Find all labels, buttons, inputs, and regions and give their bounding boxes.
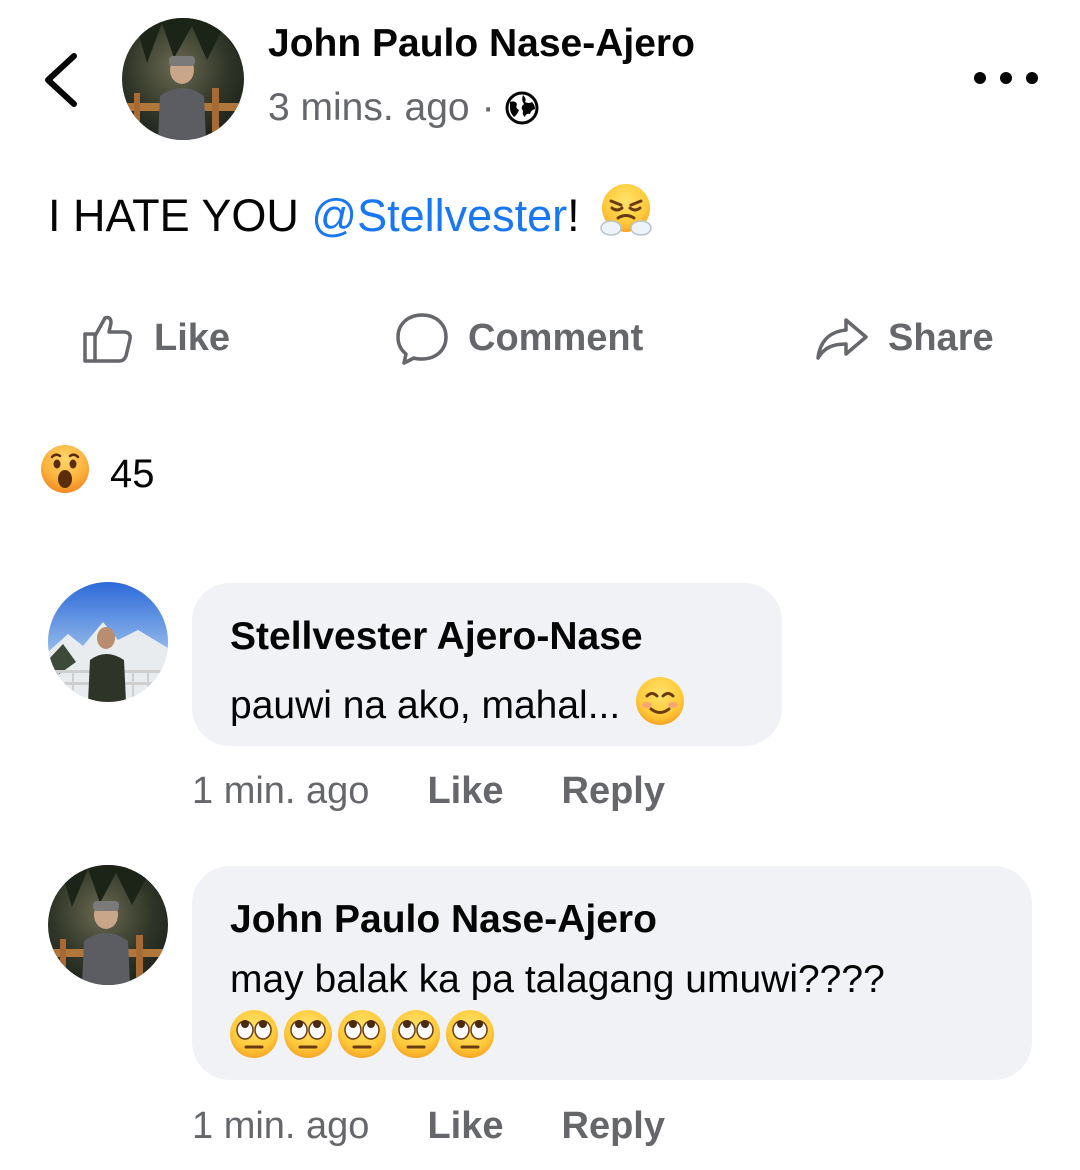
rolling-eyes-emoji-icon [228,1008,280,1065]
speech-bubble-icon [396,313,448,365]
comment-meta: 1 min. ago Like Reply [192,1105,665,1148]
comment-button[interactable]: Comment [394,305,643,371]
rolling-eyes-emoji-icon [444,1008,496,1065]
post-text: I HATE YOU @Stellvester ! [48,182,654,249]
comment-label: Comment [468,316,644,359]
chevron-left-icon [45,53,77,107]
smiling-face-emoji-icon [634,675,686,737]
globe-icon [505,91,539,125]
post-meta: 3 mins. ago · [268,86,539,130]
comment-like-button[interactable]: Like [427,1105,503,1148]
comment-author[interactable]: Stellvester Ajero-Nase [230,615,643,659]
comment-timestamp[interactable]: 1 min. ago [192,770,369,813]
post-author-name[interactable]: John Paulo Nase-Ajero [268,22,695,66]
rolling-eyes-emoji-icon [336,1008,388,1065]
post-timestamp[interactable]: 3 mins. ago [268,86,470,130]
comment-reply-button[interactable]: Reply [562,1105,665,1148]
post-text-prefix: I HATE YOU [48,189,312,241]
meta-separator: · [481,86,495,129]
commenter-avatar[interactable] [48,582,168,702]
thumbs-up-icon [83,315,132,363]
mention-link[interactable]: @Stellvester [311,190,567,242]
more-options-button[interactable] [974,60,1038,96]
share-button[interactable]: Share [814,305,994,371]
more-dot-icon [974,72,986,84]
commenter-avatar[interactable] [48,865,168,985]
reaction-count: 45 [110,451,155,496]
reactions-summary[interactable]: 45 [40,444,155,504]
more-dot-icon [1000,72,1012,84]
post-text-suffix: ! [567,189,580,241]
comment-meta: 1 min. ago Like Reply [192,770,665,813]
post-author-avatar[interactable] [122,18,244,140]
more-dot-icon [1026,72,1038,84]
like-label: Like [154,316,231,359]
comment-like-button[interactable]: Like [427,770,503,813]
comment-reply-button[interactable]: Reply [562,770,665,813]
comment-text-content: pauwi na ako, mahal... [230,684,621,727]
steam-face-emoji-icon [598,182,654,249]
back-button[interactable] [38,48,86,112]
comment-timestamp[interactable]: 1 min. ago [192,1105,369,1148]
rolling-eyes-emoji-icon [390,1008,442,1065]
rolling-eyes-emoji-icon [282,1008,334,1065]
rolling-eyes-emoji-row [228,1008,496,1065]
comment-text-content: may balak ka pa talagang umuwi???? [230,958,885,1001]
comment-author[interactable]: John Paulo Nase-Ajero [230,898,657,942]
like-button[interactable]: Like [80,305,230,371]
wow-reaction-icon [40,444,90,504]
comment-text: pauwi na ako, mahal... [230,675,686,737]
share-arrow-icon [816,318,868,360]
share-label: Share [888,316,994,359]
comment-bubble[interactable]: Stellvester Ajero-Nase pauwi na ako, mah… [192,583,782,746]
comment-bubble[interactable]: John Paulo Nase-Ajero may balak ka pa ta… [192,866,1032,1080]
